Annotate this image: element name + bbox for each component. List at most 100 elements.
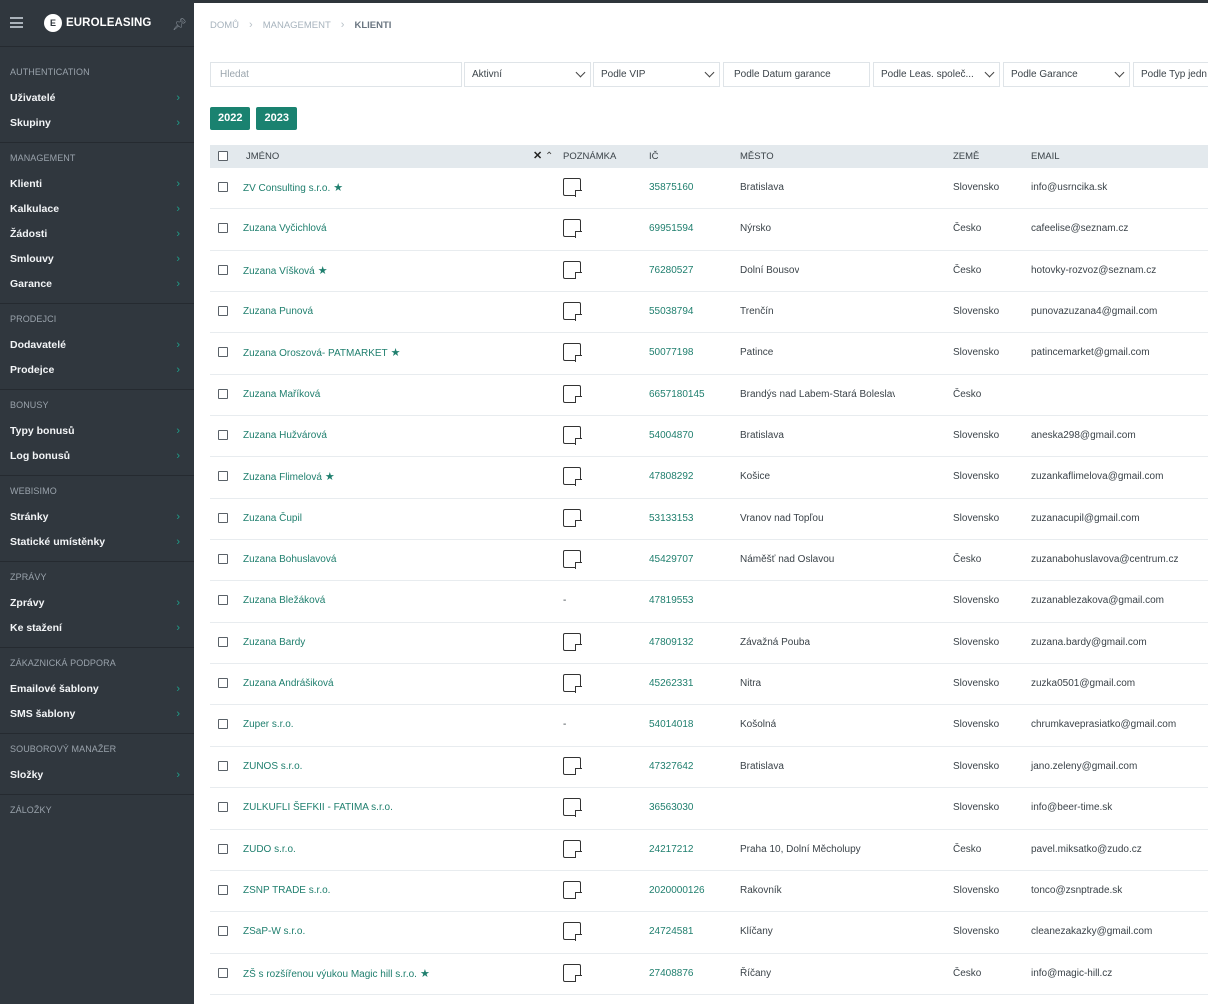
client-ic[interactable]: 35875160 (649, 168, 694, 208)
row-checkbox[interactable] (218, 719, 228, 730)
table-row[interactable]: Zuzana Maříková 6657180145 Brandýs nad Lab… (210, 375, 1208, 417)
client-ic[interactable]: 45262331 (649, 664, 694, 704)
client-ic[interactable]: 54014018 (649, 705, 694, 745)
client-name-link[interactable]: ZUDO s.r.o. (243, 830, 296, 870)
sidebar-item[interactable]: Log bonusů › (0, 444, 194, 469)
row-checkbox[interactable] (218, 388, 228, 399)
menu-icon[interactable] (10, 17, 23, 28)
client-ic[interactable]: 50077198 (649, 333, 694, 373)
breadcrumb-home[interactable]: DOMŮ (210, 20, 239, 31)
note-icon[interactable] (563, 260, 582, 280)
table-row[interactable]: Zuzana Čupil 53133153 Vranov nad Topľou Slo… (210, 499, 1208, 541)
client-ic[interactable]: 24217212 (649, 830, 694, 870)
note-icon[interactable] (563, 632, 582, 652)
table-row[interactable]: Zuzana Bohuslavová 45429707 Náměšť nad Osl… (210, 540, 1208, 582)
row-checkbox[interactable] (218, 926, 228, 937)
note-icon[interactable] (563, 467, 582, 486)
client-ic[interactable]: 45429707 (649, 540, 694, 580)
client-name-link[interactable]: Zuzana Čupil (243, 499, 302, 539)
table-row[interactable]: Zuzana Bležáková - 47819553 Slovensko zuzana… (210, 581, 1208, 623)
guarantee-date-filter[interactable]: Podle Datum garance (723, 62, 870, 87)
breadcrumb-section[interactable]: MANAGEMENT (263, 20, 331, 31)
table-row[interactable]: ZSNP TRADE s.r.o. 2020000126 Rakovník Slove… (210, 871, 1208, 913)
row-checkbox[interactable] (218, 595, 228, 606)
table-row[interactable]: ZUDO s.r.o. 24217212 Praha 10, Dolní Měcho… (210, 830, 1208, 871)
note-icon[interactable] (563, 343, 582, 362)
sidebar-item[interactable]: Klienti › (0, 172, 194, 197)
sidebar-item[interactable]: Smlouvy › (0, 247, 194, 272)
note-icon[interactable] (563, 880, 582, 900)
row-checkbox[interactable] (218, 430, 228, 441)
col-country[interactable]: ZEMĚ (953, 145, 979, 168)
col-city[interactable]: MĚSTO (740, 145, 774, 168)
row-checkbox[interactable] (218, 884, 228, 895)
table-row[interactable]: ZSaP-W s.r.o. 24724581 Klíčany Slovensko cle… (210, 912, 1208, 954)
client-ic[interactable]: 47327642 (649, 747, 694, 787)
sidebar-item[interactable]: Statické umístěnky › (0, 530, 194, 555)
table-row[interactable]: ZUNOS s.r.o. 47327642 Bratislava Slovensko j… (210, 747, 1208, 789)
client-ic[interactable]: 6657180145 (649, 375, 705, 415)
vip-select[interactable]: Podle VIP (593, 62, 720, 87)
table-row[interactable]: Zuzana Bardy 47809132 Závažná Pouba Slovens… (210, 623, 1208, 665)
table-row[interactable]: Zuzana Punová 55038794 Trenčín Slovensko pun… (210, 292, 1208, 334)
client-ic[interactable]: 76280527 (649, 251, 694, 291)
sidebar-item[interactable]: SMS šablony › (0, 702, 194, 727)
col-ic[interactable]: IČ (649, 145, 659, 168)
client-name-link[interactable]: Zuzana Oroszová- PATMARKET ★ (243, 333, 401, 374)
client-ic[interactable]: 47808292 (649, 457, 694, 497)
sidebar-item[interactable]: Zprávy › (0, 591, 194, 616)
client-name-link[interactable]: ZŠ s rozšířenou výukou Magic hill s.r.o.… (243, 954, 430, 995)
pin-icon[interactable]: 📌︎ (172, 17, 187, 31)
sidebar-item[interactable]: Prodejce › (0, 358, 194, 383)
sidebar-item[interactable]: Skupiny › (0, 111, 194, 136)
col-email[interactable]: EMAIL (1031, 145, 1060, 168)
sidebar-item[interactable]: Stránky › (0, 505, 194, 530)
table-row[interactable]: Zuzana Flimelová ★ 47808292 Košice Slovensko… (210, 457, 1208, 499)
sidebar-item[interactable]: Složky › (0, 763, 194, 788)
client-name-link[interactable]: Zuzana Maříková (243, 375, 320, 415)
note-icon[interactable] (563, 550, 582, 569)
table-row[interactable]: Zuzana Vyčichlová 69951594 Nýrsko Česko cafe… (210, 209, 1208, 251)
table-row[interactable]: Zuzana Andrášiková 45262331 Nitra Slovensko… (210, 664, 1208, 706)
note-icon[interactable] (563, 756, 582, 776)
note-icon[interactable] (563, 302, 582, 321)
guarantee-select[interactable]: Podle Garance (1003, 62, 1130, 87)
sidebar-item[interactable]: Emailové šablony › (0, 677, 194, 702)
year-button-2022[interactable]: 2022 (210, 107, 251, 130)
row-checkbox[interactable] (218, 967, 228, 978)
logo[interactable]: E EUROLEASING (44, 14, 151, 32)
row-checkbox[interactable] (218, 264, 228, 275)
row-checkbox[interactable] (218, 347, 228, 358)
row-checkbox[interactable] (218, 678, 228, 689)
client-ic[interactable]: 69951594 (649, 209, 694, 249)
select-all-checkbox[interactable] (218, 151, 228, 161)
sidebar-item[interactable]: Kalkulace › (0, 197, 194, 222)
client-ic[interactable]: 54004870 (649, 416, 694, 456)
note-icon[interactable] (563, 922, 582, 941)
table-row[interactable]: ZŠ s rozšířenou výukou Magic hill s.r.o.… (210, 954, 1208, 995)
client-name-link[interactable]: Zuzana Bležáková (243, 581, 325, 621)
client-ic[interactable]: 27408876 (649, 954, 694, 994)
client-ic[interactable]: 24724581 (649, 912, 694, 952)
client-name-link[interactable]: Zuzana Hužvárová (243, 416, 327, 456)
sidebar-item[interactable]: Žádosti › (0, 222, 194, 247)
sidebar-item[interactable]: Dodavatelé › (0, 333, 194, 358)
table-row[interactable]: Zuper s.r.o. - 54014018 Košolná Slovensko chr… (210, 705, 1208, 747)
year-button-2023[interactable]: 2023 (256, 107, 297, 130)
client-name-link[interactable]: Zuzana Bardy (243, 623, 305, 663)
client-name-link[interactable]: Zuzana Andrášiková (243, 664, 334, 704)
note-icon[interactable] (563, 384, 582, 404)
active-select[interactable]: Aktivní (464, 62, 591, 87)
row-checkbox[interactable] (218, 306, 228, 317)
client-ic[interactable]: 2020000126 (649, 871, 705, 911)
row-checkbox[interactable] (218, 760, 228, 771)
row-checkbox[interactable] (218, 843, 228, 854)
row-checkbox[interactable] (218, 512, 228, 523)
client-name-link[interactable]: Zuzana Víšková ★ (243, 251, 328, 292)
row-checkbox[interactable] (218, 554, 228, 565)
client-name-link[interactable]: ZSaP-W s.r.o. (243, 912, 305, 952)
note-icon[interactable] (563, 426, 582, 445)
client-name-link[interactable]: Zuzana Flimelová ★ (243, 457, 335, 498)
note-icon[interactable] (563, 798, 582, 817)
row-checkbox[interactable] (218, 471, 228, 482)
